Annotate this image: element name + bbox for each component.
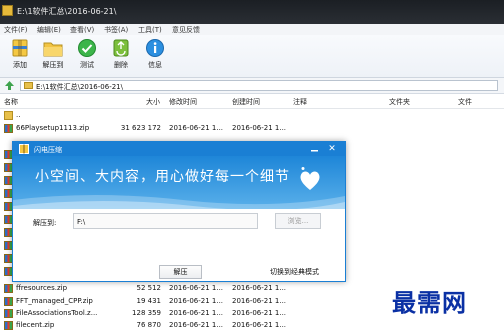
zip-file-icon: [4, 309, 13, 318]
info-button[interactable]: 信息: [138, 38, 172, 75]
close-icon[interactable]: ✕: [327, 144, 337, 154]
test-label: 测试: [80, 61, 94, 69]
menu-tools[interactable]: 工具(T): [138, 25, 162, 35]
dialog-title-bar[interactable]: 闪电压缩 ✕: [13, 142, 345, 156]
file-modified: 2016-06-21 1...: [169, 309, 224, 317]
banner-slogan: 小空间、大内容，用心做好每一个细节: [35, 169, 290, 185]
dialog-banner: 小空间、大内容，用心做好每一个细节: [13, 156, 345, 209]
file-name: 66Playsetup1113.zip: [16, 124, 90, 132]
file-list-header: 名称 大小 修改时间 创建时间 注释 文件夹 文件: [0, 94, 504, 109]
info-label: 信息: [148, 61, 162, 69]
menu-edit[interactable]: 编辑(E): [37, 25, 61, 35]
zip-file-icon: [4, 124, 13, 133]
recycle-icon: [113, 39, 129, 57]
add-label: 添加: [13, 61, 27, 69]
folder-icon: [43, 42, 63, 57]
list-item[interactable]: ..: [0, 109, 504, 122]
file-created: 2016-06-21 1...: [232, 284, 287, 292]
menu-view[interactable]: 查看(V): [70, 25, 94, 35]
menu-file[interactable]: 文件(F): [4, 25, 28, 35]
file-created: 2016-06-21 1...: [232, 309, 287, 317]
file-name: FileAssociationsTool.z...: [16, 309, 98, 317]
app-icon: [2, 5, 13, 16]
file-modified: 2016-06-21 1...: [169, 124, 224, 132]
column-folders[interactable]: 文件夹: [389, 97, 410, 107]
check-icon: [78, 39, 96, 57]
up-folder-icon[interactable]: [4, 80, 15, 91]
file-size: 76 870: [136, 321, 162, 329]
zip-file-icon: [4, 321, 13, 330]
file-modified: 2016-06-21 1...: [169, 297, 224, 305]
address-bar: E:\1软件汇总\2016-06-21\: [0, 78, 504, 94]
window-title-bar: E:\1软件汇总\2016-06-21\: [0, 0, 504, 24]
file-created: 2016-06-21 1...: [232, 297, 287, 305]
address-field[interactable]: E:\1软件汇总\2016-06-21\: [20, 80, 498, 91]
extract-to-label: 解压到:: [33, 219, 57, 227]
test-button[interactable]: 测试: [70, 38, 104, 75]
column-size[interactable]: 大小: [146, 97, 160, 107]
menu-bookmarks[interactable]: 书签(A): [104, 25, 128, 35]
parent-folder-icon: [4, 111, 13, 120]
archive-icon: [19, 144, 29, 154]
column-files[interactable]: 文件: [458, 97, 472, 107]
extract-path-value: F:\: [77, 218, 86, 226]
add-button[interactable]: 添加: [3, 38, 37, 75]
menu-feedback[interactable]: 意见反馈: [172, 25, 200, 35]
heart-icon: [300, 167, 320, 190]
file-name: FFT_managed_CPP.zip: [16, 297, 93, 305]
toolbar: 添加 解压到 测试 删除 信息: [0, 35, 504, 78]
add-icon: [12, 39, 28, 57]
column-created[interactable]: 创建时间: [232, 97, 260, 107]
extract-button[interactable]: 解压: [159, 265, 202, 279]
column-comment[interactable]: 注释: [293, 97, 307, 107]
file-size: 19 431: [136, 297, 162, 305]
address-path: E:\1软件汇总\2016-06-21\: [36, 83, 123, 91]
file-name: ..: [16, 111, 21, 119]
switch-classic-mode-link[interactable]: 切换到经典模式: [270, 267, 319, 277]
info-icon: [146, 39, 164, 57]
file-created: 2016-06-21 1...: [232, 124, 287, 132]
extract-path-input[interactable]: F:\: [73, 213, 258, 229]
minimize-icon[interactable]: [310, 145, 319, 153]
file-modified: 2016-06-21 1...: [169, 284, 224, 292]
file-size: 52 512: [136, 284, 162, 292]
delete-label: 删除: [114, 61, 128, 69]
file-size: 31 623 172: [120, 124, 161, 132]
file-name: ffresources.zip: [16, 284, 68, 292]
file-name: filecent.zip: [16, 321, 55, 329]
list-item[interactable]: 66Playsetup1113.zip 31 623 172 2016-06-2…: [0, 122, 504, 135]
extract-dialog: 闪电压缩 ✕ 小空间、大内容，用心做好每一个细节 解压到: F:\ 浏览... …: [12, 141, 346, 282]
column-name[interactable]: 名称: [4, 97, 18, 107]
wave-decoration: [13, 195, 345, 209]
browse-button[interactable]: 浏览...: [275, 213, 321, 229]
extract-to-label: 解压到: [42, 61, 64, 69]
delete-button[interactable]: 删除: [104, 38, 138, 75]
file-created: 2016-06-21 1...: [232, 321, 287, 329]
extract-to-button[interactable]: 解压到: [36, 38, 70, 75]
dialog-title: 闪电压缩: [34, 146, 62, 154]
file-size: 128 359: [132, 309, 161, 317]
file-modified: 2016-06-21 1...: [169, 321, 224, 329]
folder-icon: [24, 82, 33, 89]
zip-file-icon: [4, 284, 13, 293]
window-title: E:\1软件汇总\2016-06-21\: [17, 7, 117, 16]
zip-file-icon: [4, 297, 13, 306]
watermark-logo: 最需网: [392, 288, 467, 317]
column-modified[interactable]: 修改时间: [169, 97, 197, 107]
